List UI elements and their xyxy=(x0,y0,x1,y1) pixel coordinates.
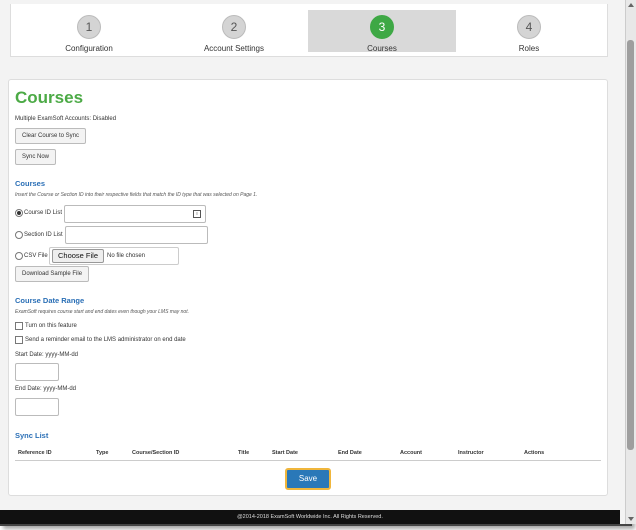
course-id-list-input[interactable]: ≡ xyxy=(64,205,206,223)
step-label: Account Settings xyxy=(203,44,265,53)
column-header: Type xyxy=(93,448,129,461)
step-label: Courses xyxy=(367,44,397,53)
turn-on-feature-label: Turn on this feature xyxy=(25,323,77,329)
step-label: Roles xyxy=(518,44,540,53)
end-date-label: End Date: yyyy-MM-dd xyxy=(15,386,77,392)
start-date-input[interactable] xyxy=(15,363,59,381)
file-input[interactable]: Choose File No file chosen xyxy=(49,247,179,265)
column-header: Instructor xyxy=(455,448,521,461)
csv-file-radio[interactable] xyxy=(15,252,23,260)
course-id-label: Course ID List xyxy=(24,210,63,216)
scroll-up-icon[interactable] xyxy=(628,3,634,7)
section-id-radio[interactable] xyxy=(15,231,23,239)
table-header-row: Reference ID Type Course/Section ID Titl… xyxy=(15,448,601,461)
vertical-scrollbar[interactable] xyxy=(625,0,636,524)
choose-file-button[interactable]: Choose File xyxy=(52,249,105,263)
browser-frame: 1 Configuration 2 Account Settings 3 Cou… xyxy=(0,0,632,526)
column-header: Course/Section ID xyxy=(129,448,235,461)
column-header: End Date xyxy=(335,448,397,461)
column-header: Actions xyxy=(521,448,601,461)
multiple-accounts-status: Multiple ExamSoft Accounts: Disabled xyxy=(15,116,117,122)
wizard-step-account-settings[interactable]: 2 Account Settings xyxy=(160,10,308,58)
step-number: 1 xyxy=(77,15,101,39)
no-file-text: No file chosen xyxy=(107,253,146,259)
scrollbar-thumb[interactable] xyxy=(627,40,634,450)
sync-now-button[interactable]: Sync Now xyxy=(15,149,57,165)
save-button[interactable]: Save xyxy=(285,468,331,490)
section-id-list-input[interactable] xyxy=(65,226,208,244)
column-header: Title xyxy=(235,448,269,461)
step-number: 3 xyxy=(370,15,394,39)
date-range-help: ExamSoft requires course start and end d… xyxy=(15,309,189,315)
courses-help-text: Insert the Course or Section ID into the… xyxy=(15,192,258,198)
clear-course-button[interactable]: Clear Course to Sync xyxy=(15,128,87,144)
scroll-down-icon[interactable] xyxy=(628,517,634,521)
wizard-step-roles[interactable]: 4 Roles xyxy=(455,10,603,58)
course-id-radio[interactable] xyxy=(15,209,23,217)
csv-file-label: CSV File xyxy=(24,253,48,259)
list-icon[interactable]: ≡ xyxy=(193,210,201,218)
date-range-title: Course Date Range xyxy=(15,296,85,305)
step-number: 4 xyxy=(517,15,541,39)
wizard-step-courses[interactable]: 3 Courses xyxy=(308,10,456,53)
page-title: Courses xyxy=(15,88,84,107)
reminder-email-label: Send a reminder email to the LMS adminis… xyxy=(25,337,186,343)
column-header: Reference ID xyxy=(15,448,93,461)
reminder-email-checkbox[interactable] xyxy=(15,336,23,344)
step-number: 2 xyxy=(222,15,246,39)
column-header: Start Date xyxy=(269,448,335,461)
end-date-input[interactable] xyxy=(15,398,59,416)
wizard-steps: 1 Configuration 2 Account Settings 3 Cou… xyxy=(10,4,608,57)
start-date-label: Start Date: yyyy-MM-dd xyxy=(15,352,79,358)
footer-copyright: @2014-2018 ExamSoft Worldwide Inc. All R… xyxy=(0,510,620,524)
download-sample-button[interactable]: Download Sample File xyxy=(15,266,90,282)
section-id-label: Section ID List xyxy=(24,232,63,238)
sync-list-table: Reference ID Type Course/Section ID Titl… xyxy=(15,448,601,461)
courses-section-title: Courses xyxy=(15,179,46,188)
turn-on-feature-checkbox[interactable] xyxy=(15,322,23,330)
column-header: Account xyxy=(397,448,455,461)
sync-list-title: Sync List xyxy=(15,431,49,440)
wizard-step-configuration[interactable]: 1 Configuration xyxy=(15,10,163,58)
step-label: Configuration xyxy=(65,44,113,53)
courses-panel: Courses Multiple ExamSoft Accounts: Disa… xyxy=(8,79,608,496)
